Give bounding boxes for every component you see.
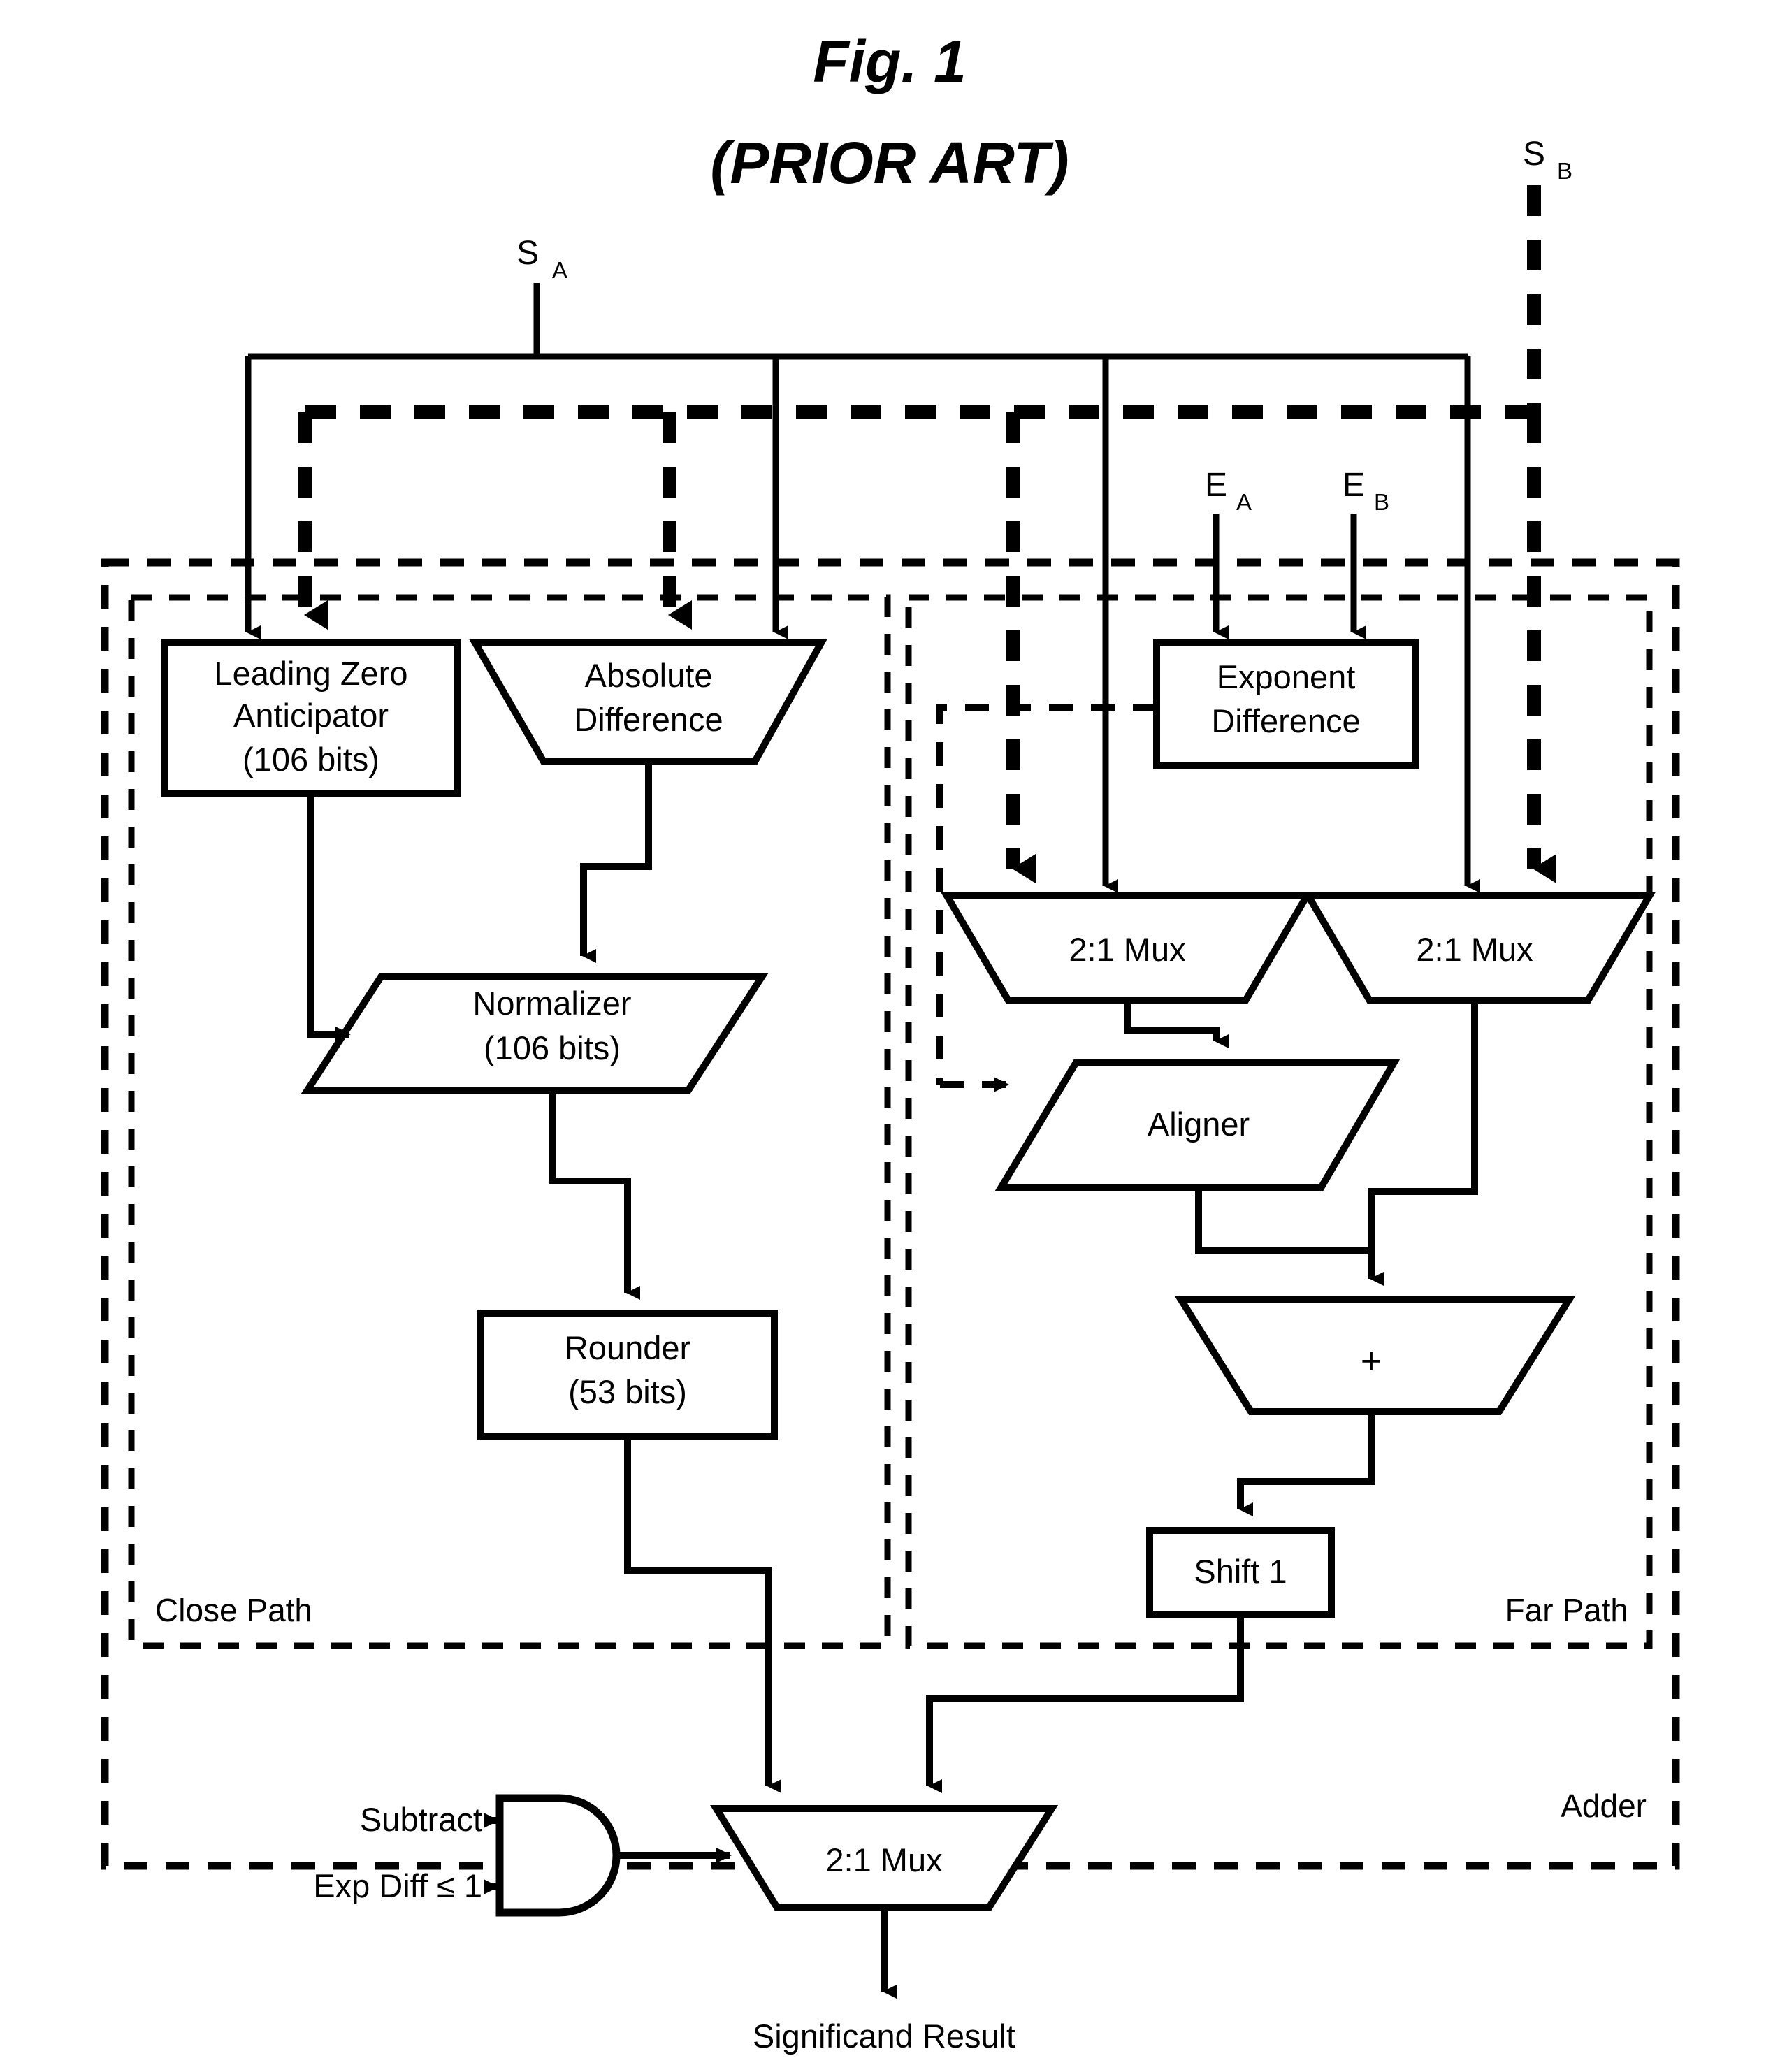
block-diagram: Fig. 1 (PRIOR ART) Adder Close Path Far … [101,29,1680,2055]
absolute-difference-label-line1: Absolute [585,657,713,694]
significand-result-label: Significand Result [753,2017,1015,2055]
far-path-adder-block[interactable]: + [1174,1296,1576,1415]
lza-label-line3: (106 bits) [243,741,379,778]
leading-zero-anticipator-block[interactable]: Leading Zero Anticipator (106 bits) [161,639,461,797]
signal-eb: E B [1343,467,1389,515]
adder-plus-label: + [1361,1341,1382,1382]
far-path-label: Far Path [1505,1592,1628,1628]
signal-sb-letter: S [1523,136,1545,173]
and-gate[interactable] [495,1794,621,1917]
lza-label-line2: Anticipator [233,697,389,734]
signal-ea-letter: E [1205,467,1227,504]
aligner-block[interactable]: Aligner [994,1059,1401,1191]
figure-title-line1: Fig. 1 [813,29,966,94]
exponent-difference-block[interactable]: Exponent Difference [1153,639,1419,769]
exp-diff-le-1-label: Exp Diff ≤ 1 [313,1867,482,1904]
close-path-label: Close Path [155,1592,312,1628]
exponent-inputs [1213,514,1366,639]
signal-sb: S B [1523,136,1572,184]
aligner-label: Aligner [1148,1106,1250,1143]
final-mux-label: 2:1 Mux [825,1841,942,1878]
figure-title-line2: (PRIOR ART) [710,130,1069,196]
far-path-mux-right[interactable]: 2:1 Mux [1302,892,1656,1004]
rounder-label-line2: (53 bits) [568,1373,687,1410]
subtract-label: Subtract [360,1801,482,1838]
rounder-block[interactable]: Rounder (53 bits) [477,1310,778,1440]
signal-sb-subscript: B [1557,158,1572,184]
absolute-difference-label-line2: Difference [574,701,723,738]
signal-sa-letter: S [516,235,539,272]
shift1-block[interactable]: Shift 1 [1146,1527,1335,1618]
sb-bus [305,185,1541,419]
normalizer-label-line1: Normalizer [472,985,631,1022]
final-mux-block[interactable]: 2:1 Mux [710,1805,1059,1911]
mux-right-label: 2:1 Mux [1416,931,1533,968]
mux-left-label: 2:1 Mux [1069,931,1185,968]
signal-eb-subscript: B [1374,489,1389,515]
signal-eb-letter: E [1343,467,1365,504]
normalizer-label-line2: (106 bits) [484,1029,621,1066]
normalizer-block[interactable]: Normalizer (106 bits) [301,973,769,1094]
shift1-label: Shift 1 [1194,1553,1287,1590]
exponent-difference-label-line2: Difference [1211,702,1360,739]
signal-ea-subscript: A [1236,489,1252,515]
rounder-label-line1: Rounder [565,1329,690,1366]
lza-label-line1: Leading Zero [215,655,408,692]
signal-sa: S A [516,235,567,283]
signal-sa-subscript: A [552,257,567,283]
far-path-mux-left[interactable]: 2:1 Mux [941,892,1313,1004]
signal-ea: E A [1205,467,1252,515]
exponent-difference-label-line1: Exponent [1217,658,1356,695]
absolute-difference-block[interactable]: Absolute Difference [469,639,827,765]
adder-label: Adder [1561,1788,1647,1824]
figure-canvas: Fig. 1 (PRIOR ART) Adder Close Path Far … [0,0,1780,2072]
